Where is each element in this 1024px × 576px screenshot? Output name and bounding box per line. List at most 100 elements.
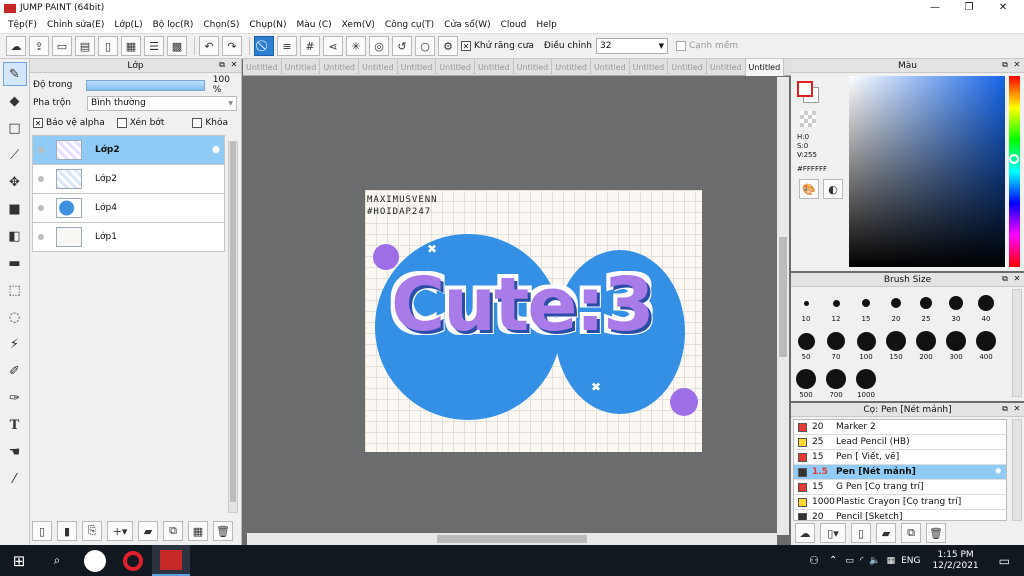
brush-size-dot[interactable] [797,332,815,350]
maximize-button[interactable]: ❐ [952,0,986,16]
layer-row[interactable]: Lớp2 [32,164,225,194]
magic-wand-tool-icon[interactable]: ⚡ [3,332,27,356]
pen-item[interactable]: 1000 Plastic Crayon [Cọ trang trí] [794,495,1006,510]
settings-gear-icon[interactable]: ⚙ [438,36,458,56]
doc-tab[interactable]: Untitled [398,59,437,76]
scroll-thumb[interactable] [230,142,236,502]
people-icon[interactable]: ⚇ [809,554,819,567]
add-layer-menu-icon[interactable]: +▾ [107,521,133,541]
select-rect-tool-icon[interactable]: ⬚ [3,278,27,302]
close-button[interactable]: ✕ [986,0,1020,16]
new-layer-icon[interactable]: ▯ [32,521,52,541]
canvas-area[interactable]: Untitled Untitled Untitled Untitled Unti… [243,59,791,545]
brush-size-dot[interactable] [978,295,994,311]
saturation-value-field[interactable] [849,76,1005,267]
brush-copy-icon[interactable]: ⧉ [901,523,921,543]
copy-layer-icon[interactable]: ⎘ [82,521,102,541]
float-icon[interactable]: ⧉ [1000,404,1010,414]
brush-file-icon[interactable]: ▯ [851,523,871,543]
notification-icon[interactable]: ▭ [999,554,1010,568]
float-icon[interactable]: ⧉ [1000,60,1010,70]
scroll-thumb[interactable] [437,535,587,543]
eraser-tool-icon[interactable]: ◆ [3,89,27,113]
select-eraser-tool-icon[interactable]: ✑ [3,386,27,410]
snap-off-icon[interactable]: ⃠ [254,36,274,56]
select-pen-tool-icon[interactable]: ✐ [3,359,27,383]
horizontal-scrollbar[interactable] [247,533,777,545]
brush-size-dot[interactable] [826,369,846,389]
text-tool-icon[interactable]: T [3,413,27,437]
opacity-slider[interactable] [86,79,205,91]
trash-icon[interactable]: 🗑 [213,521,233,541]
add-brush-menu-icon[interactable]: ▯▾ [820,523,846,543]
radial-lines-icon[interactable]: ✳ [346,36,366,56]
page-icon[interactable]: ▯ [98,36,118,56]
curve-icon[interactable]: ↺ [392,36,412,56]
pen-item[interactable]: 15 G Pen [Cọ trang trí] [794,480,1006,495]
foreground-color-swatch[interactable] [797,81,813,97]
transparent-swatch[interactable] [800,111,816,127]
keyboard-layout-icon[interactable]: ▦ [887,556,896,566]
antialias-checkbox[interactable]: ✕ [461,41,471,51]
scroll-thumb[interactable] [779,237,787,357]
visibility-icon[interactable] [38,176,44,182]
zalo-icon[interactable] [76,545,114,576]
palette-edit-icon[interactable]: ◐ [823,179,843,199]
menu-layer[interactable]: Lớp(L) [109,20,147,30]
brush-size-dot[interactable] [891,298,901,308]
brush-size-dot[interactable] [976,331,996,351]
doc-tab[interactable]: Untitled [282,59,321,76]
vertical-scrollbar[interactable] [777,77,789,535]
volume-icon[interactable]: 🔈 [869,556,880,566]
lasso-tool-icon[interactable]: ◌ [3,305,27,329]
panel-close-icon[interactable]: ✕ [1012,274,1022,284]
opera-icon[interactable] [114,545,152,576]
doc-tab[interactable]: Untitled [436,59,475,76]
visibility-icon[interactable] [38,234,44,240]
doc-tab[interactable]: Untitled [707,59,746,76]
minimize-button[interactable]: — [918,0,952,16]
cloud-icon[interactable]: ☁ [6,36,26,56]
soft-edge-checkbox[interactable] [675,41,686,51]
pen-item[interactable]: 20 Pencil [Sketch] [794,510,1006,520]
pen-scrollbar[interactable] [1012,419,1022,521]
doc-tab[interactable]: Untitled [630,59,669,76]
visibility-icon[interactable] [38,205,44,211]
cloud-brush-icon[interactable]: ☁ [795,523,815,543]
list-icon[interactable]: ☰ [144,36,164,56]
blend-select[interactable]: Bình thường ▼ [87,95,237,111]
brush-size-dot[interactable] [832,299,840,307]
panel-close-icon[interactable]: ✕ [1012,60,1022,70]
menu-color[interactable]: Màu (C) [292,20,337,30]
panel-close-icon[interactable]: ✕ [229,60,239,70]
network-icon[interactable]: ◜ [860,556,864,566]
merge-icon[interactable]: ⧉ [163,521,183,541]
grid-check-icon[interactable]: ▩ [167,36,187,56]
brush-size-dot[interactable] [856,369,876,389]
brush-size-dot[interactable] [796,369,816,389]
clock[interactable]: 1:15 PM 12/2/2021 [933,550,979,572]
brush-size-dot[interactable] [862,299,870,307]
battery-icon[interactable]: ▭ [845,556,854,566]
gear-icon[interactable]: ✹ [211,143,221,157]
language-indicator[interactable]: ENG [901,556,920,566]
windows-start-icon[interactable]: ⊞ [0,545,38,576]
share-icon[interactable]: ⇪ [29,36,49,56]
trash-icon[interactable]: 🗑 [926,523,946,543]
doc-tab[interactable]: Untitled [359,59,398,76]
menu-cloud[interactable]: Cloud [496,20,532,30]
doc-tab[interactable]: Untitled [552,59,591,76]
hand-tool-icon[interactable]: ☚ [3,440,27,464]
gear-icon[interactable]: ✹ [994,467,1002,477]
visibility-icon[interactable] [38,147,44,153]
layer-scrollbar[interactable] [228,141,238,513]
comment-icon[interactable]: ▭ [52,36,72,56]
lock-checkbox[interactable] [192,118,203,128]
line-tool-icon[interactable]: ⟋ [3,143,27,167]
layer-settings-icon[interactable]: ▦ [188,521,208,541]
clip-checkbox[interactable] [116,118,127,128]
menu-file[interactable]: Tệp(F) [3,20,42,30]
brush-size-dot[interactable] [920,297,932,309]
menu-tools[interactable]: Công cụ(T) [380,20,439,30]
hue-slider[interactable] [1009,76,1020,267]
